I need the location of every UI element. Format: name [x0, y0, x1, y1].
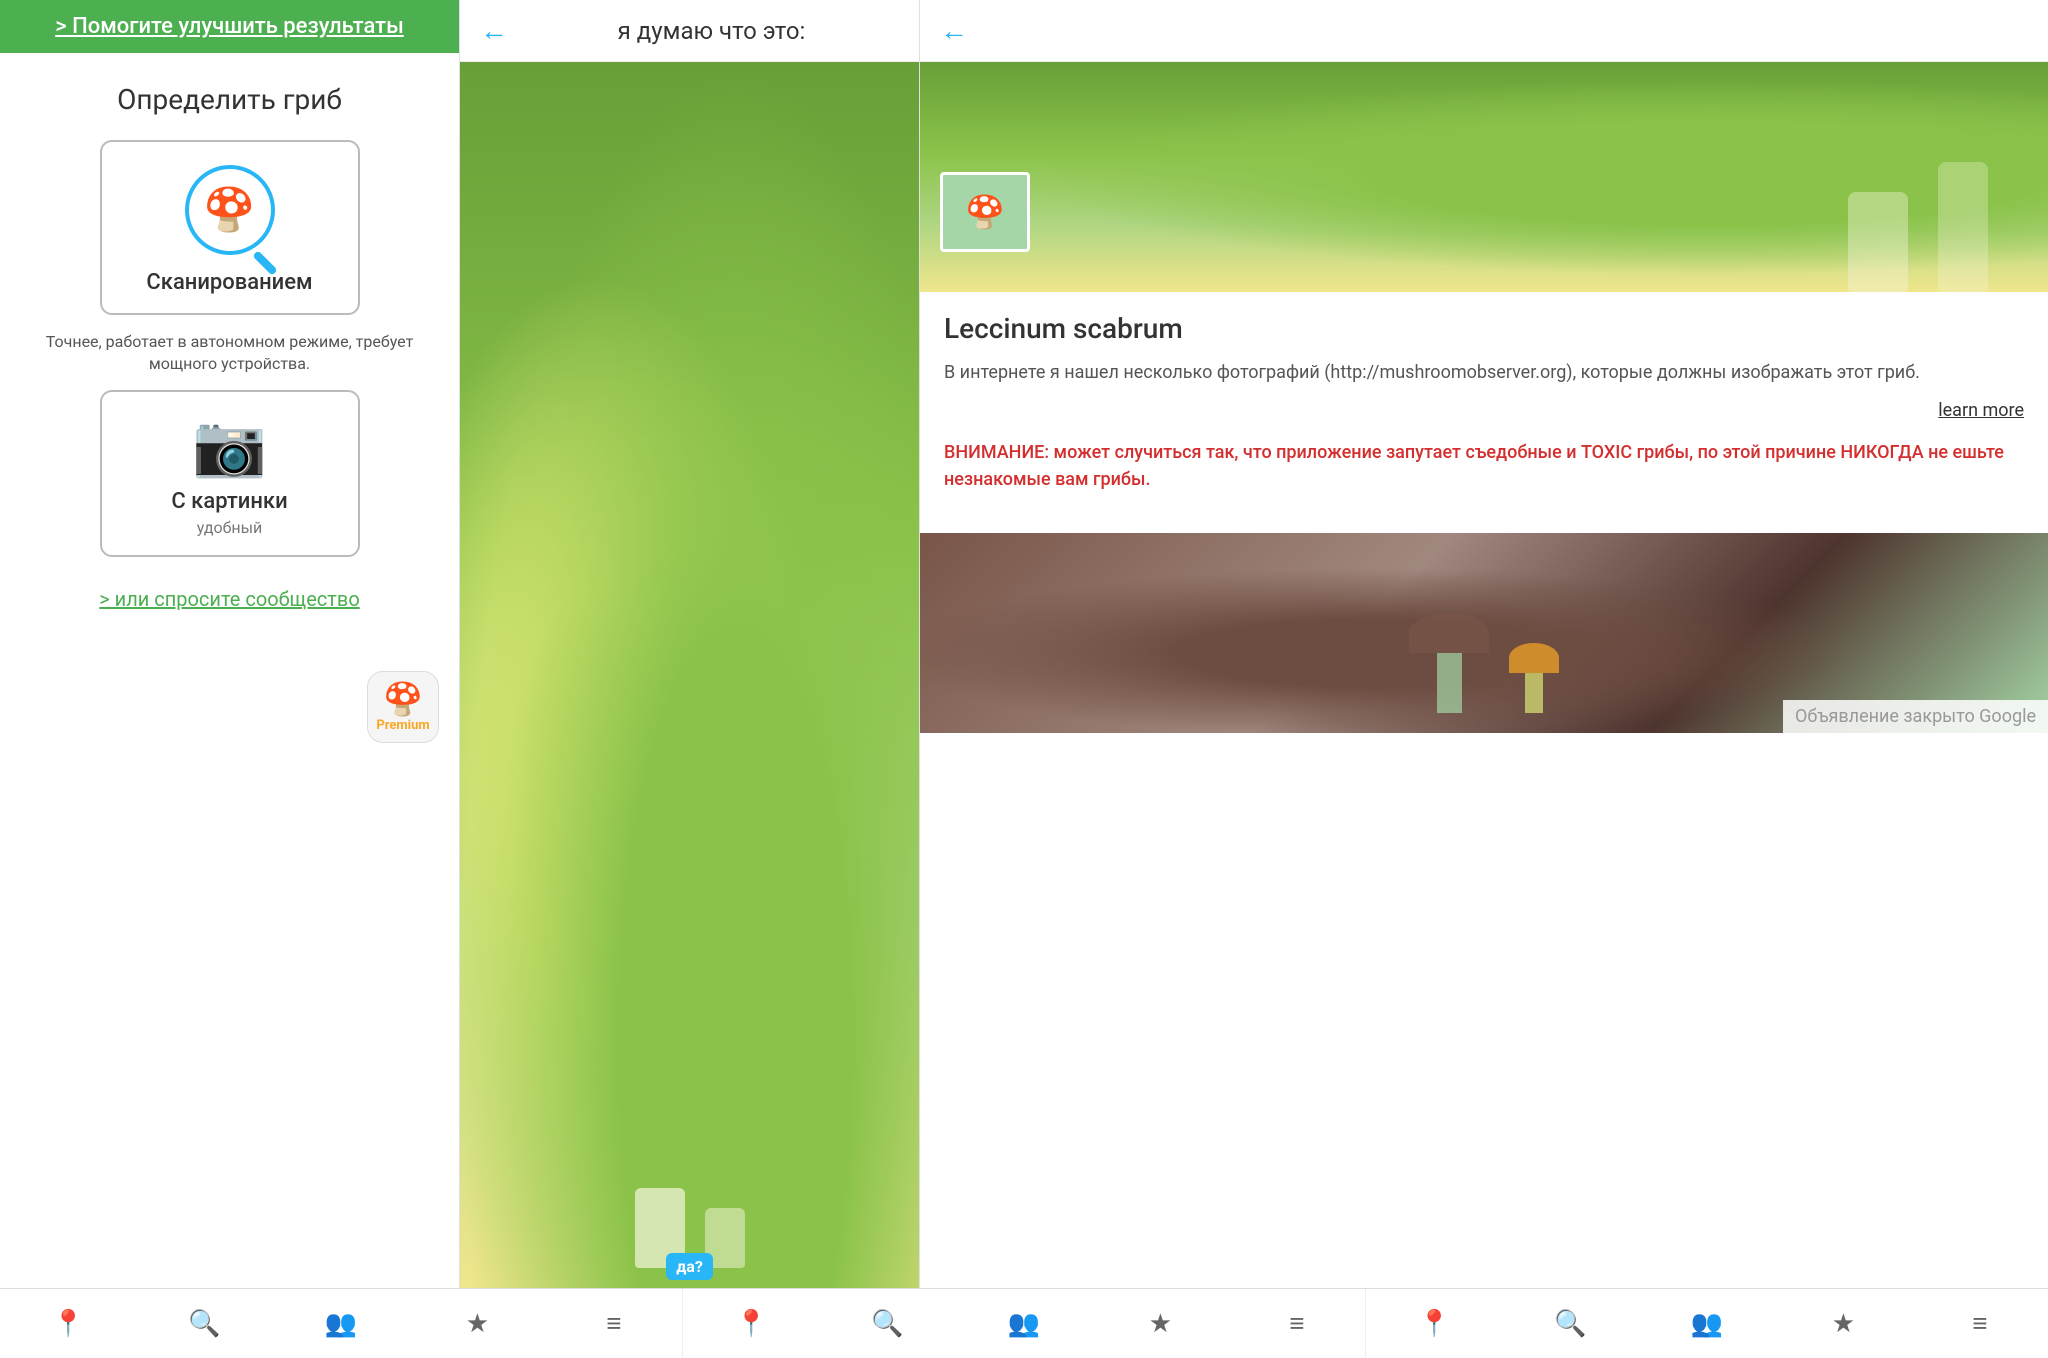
- nav-menu-2[interactable]: ≡: [1229, 1289, 1365, 1358]
- scan-circle-icon: 🍄: [185, 165, 275, 255]
- premium-badge[interactable]: 🍄 Premium: [367, 671, 439, 743]
- right-panel: ← 🍄 Leccinum scabrum В интернете я нашел…: [920, 0, 2048, 1288]
- ad-section: Объявление закрыто Google: [920, 533, 2048, 733]
- nav-menu-1[interactable]: ≡: [546, 1289, 682, 1358]
- nav-search-1[interactable]: 🔍: [136, 1289, 272, 1358]
- scan-description: Точнее, работает в автономном режиме, тр…: [20, 331, 439, 376]
- warning-text: ВНИМАНИЕ: может случиться так, что прило…: [944, 439, 2024, 493]
- bottom-navigation: 📍 🔍 👥 ★ ≡ 📍 🔍 👥 ★ ≡ 📍 🔍 👥 ★ ≡: [0, 1288, 2048, 1358]
- nav-favorites-3[interactable]: ★: [1775, 1289, 1911, 1358]
- middle-header: ← я думаю что это:: [460, 0, 919, 62]
- middle-content: да? Leccinum scabrum Или, может быть, од…: [460, 62, 919, 1288]
- back-button[interactable]: ←: [480, 14, 508, 47]
- nav-favorites-1[interactable]: ★: [409, 1289, 545, 1358]
- nav-location-3[interactable]: 📍: [1366, 1289, 1502, 1358]
- thumbnail-mushroom-icon: 🍄: [965, 193, 1005, 231]
- premium-mushroom-icon: 🍄: [383, 680, 423, 718]
- page-title: Определить гриб: [117, 83, 342, 116]
- middle-panel: ← я думаю что это: да? Leccinum scabrum …: [460, 0, 920, 1288]
- mushroom-scan-icon: 🍄: [203, 186, 255, 235]
- nav-community-1[interactable]: 👥: [273, 1289, 409, 1358]
- nav-location-2[interactable]: 📍: [683, 1289, 819, 1358]
- main-result-image: да?: [460, 62, 919, 1288]
- camera-option[interactable]: 📷 С картинки удобный: [100, 390, 360, 557]
- scan-label: Сканированием: [146, 270, 312, 295]
- ad-label: Объявление закрыто Google: [1783, 700, 2048, 733]
- left-content: Определить гриб 🍄 Сканированием Точнее, …: [0, 53, 459, 1288]
- right-hero-image: 🍄: [920, 62, 2048, 292]
- right-species-title: Leccinum scabrum: [944, 312, 2024, 345]
- middle-title: я думаю что это:: [524, 17, 899, 45]
- nav-section-2: 📍 🔍 👥 ★ ≡: [683, 1289, 1366, 1358]
- scan-icon-wrapper: 🍄: [180, 160, 280, 260]
- yes-badge-main[interactable]: да?: [666, 1253, 713, 1280]
- nav-section-3: 📍 🔍 👥 ★ ≡: [1366, 1289, 2048, 1358]
- premium-label: Premium: [376, 718, 429, 733]
- nav-community-3[interactable]: 👥: [1639, 1289, 1775, 1358]
- right-header: ←: [920, 0, 2048, 62]
- right-back-button[interactable]: ←: [940, 14, 968, 47]
- scan-option[interactable]: 🍄 Сканированием: [100, 140, 360, 315]
- nav-search-2[interactable]: 🔍: [819, 1289, 955, 1358]
- nav-location-1[interactable]: 📍: [0, 1289, 136, 1358]
- right-description: В интернете я нашел несколько фотографий…: [944, 359, 2024, 386]
- nav-section-1: 📍 🔍 👥 ★ ≡: [0, 1289, 683, 1358]
- nav-community-2[interactable]: 👥: [956, 1289, 1092, 1358]
- hero-thumbnail: 🍄: [940, 172, 1030, 252]
- right-info: Leccinum scabrum В интернете я нашел нес…: [920, 292, 2048, 533]
- community-link[interactable]: > или спросите сообщество: [99, 587, 359, 611]
- camera-sublabel: удобный: [197, 518, 263, 537]
- camera-label: С картинки: [171, 489, 287, 514]
- right-content: 🍄 Leccinum scabrum В интернете я нашел н…: [920, 62, 2048, 1288]
- learn-more-link[interactable]: learn more: [944, 400, 2024, 421]
- nav-search-3[interactable]: 🔍: [1502, 1289, 1638, 1358]
- nav-menu-3[interactable]: ≡: [1912, 1289, 2048, 1358]
- left-panel: > Помогите улучшить результаты Определит…: [0, 0, 460, 1288]
- nav-favorites-2[interactable]: ★: [1092, 1289, 1228, 1358]
- left-header: > Помогите улучшить результаты: [0, 0, 459, 53]
- improve-results-link[interactable]: > Помогите улучшить результаты: [55, 14, 404, 39]
- camera-icon: 📷: [192, 410, 267, 481]
